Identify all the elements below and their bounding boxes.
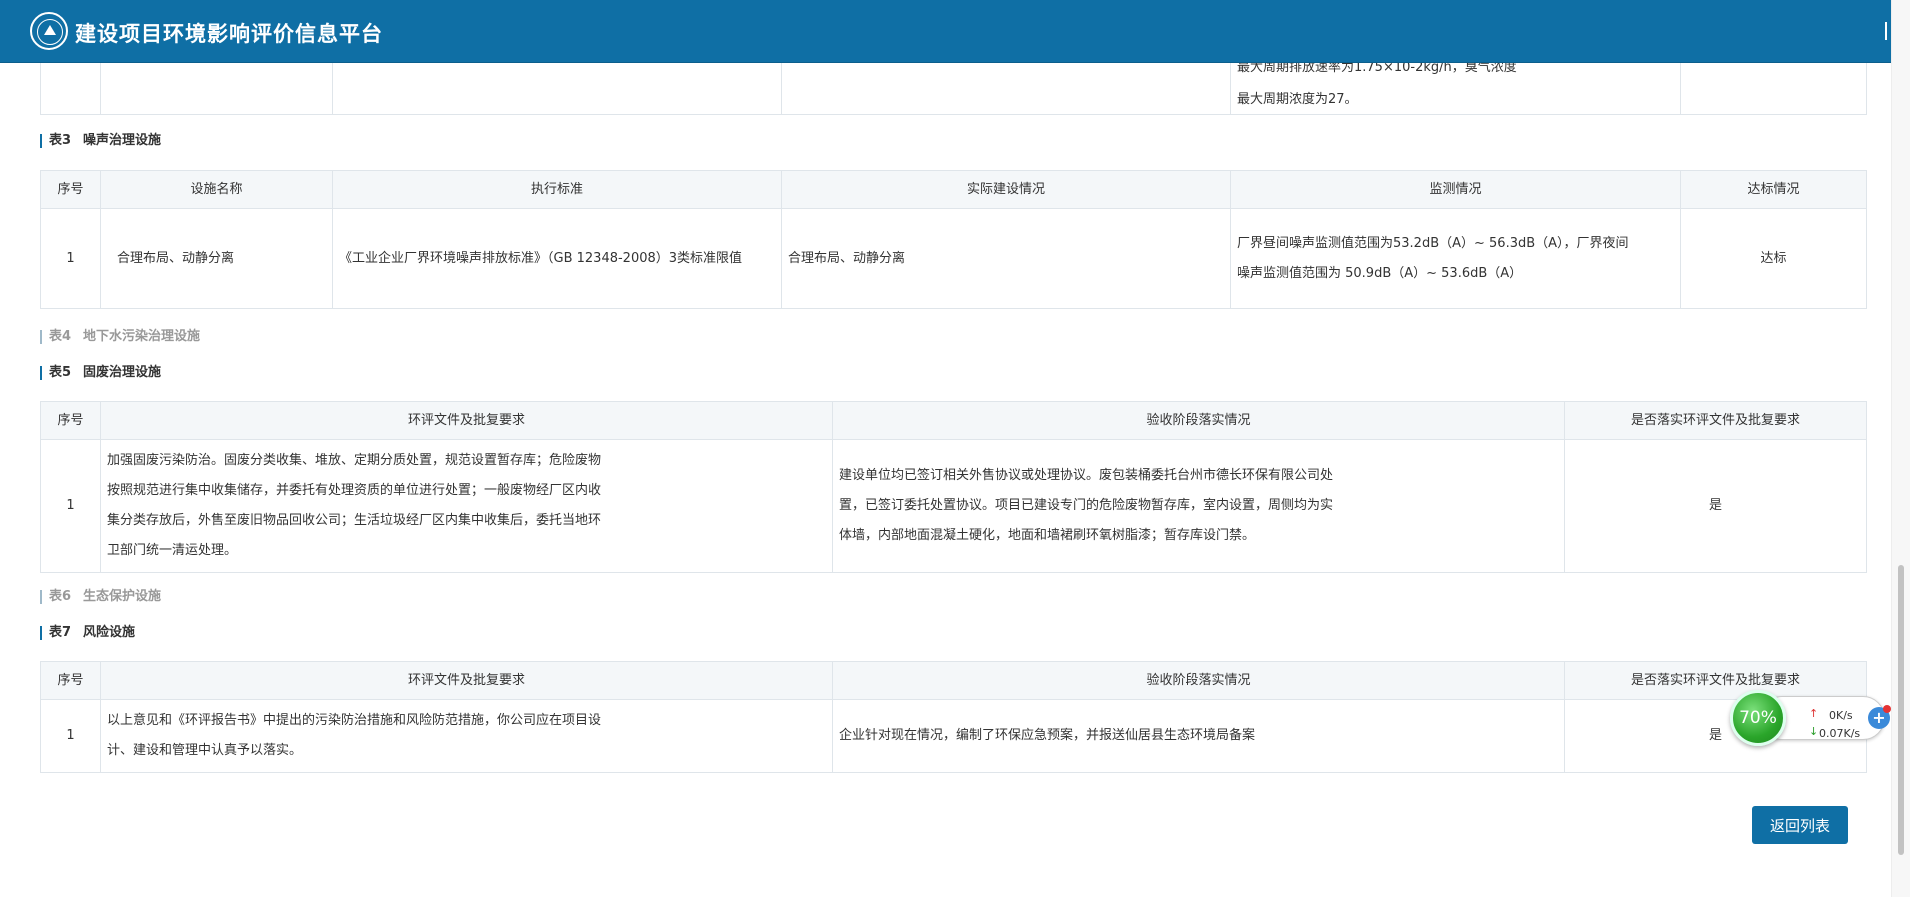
network-speed-widget[interactable]: ↑ 0K/s ↓ 0.07K/s 70% + — [1730, 690, 1891, 746]
upload-speed: 0K/s — [1829, 709, 1853, 722]
compliance-status: 达标 — [1680, 208, 1867, 309]
monitor-text-clipped: 最大周期排放速率为1.75×10-2kg/h，臭气浓度 — [1237, 63, 1517, 75]
row-number: 1 — [40, 208, 101, 309]
table-header-row: 序号 环评文件及批复要求 验收阶段落实情况 是否落实环评文件及批复要求 — [40, 661, 1867, 700]
requirement-cell: 以上意见和《环评报告书》中提出的污染防治措施和风险防范措施，你公司应在项目设计、… — [100, 699, 833, 773]
back-to-list-button[interactable]: 返回列表 — [1752, 806, 1848, 844]
monitoring-result: 厂界昼间噪声监测值范围为53.2dB（A）~ 56.3dB（A），厂界夜间噪声监… — [1230, 208, 1681, 309]
risk-table-wrapper: 序号 环评文件及批复要求 验收阶段落实情况 是否落实环评文件及批复要求 1 以上… — [40, 661, 1867, 773]
facility-name: 合理布局、动静分离 — [100, 208, 333, 309]
monitor-text-last: 最大周期浓度为27。 — [1237, 91, 1358, 107]
risk-table: 序号 环评文件及批复要求 验收阶段落实情况 是否落实环评文件及批复要求 1 以上… — [40, 661, 1867, 773]
section-title-risk: 表7 风险设施 — [40, 626, 135, 640]
implementation-cell: 建设单位均已签订相关外售协议或处理协议。废包装桶委托台州市德长环保有限公司处置，… — [832, 439, 1565, 573]
previous-table-remnant: 最大周期排放速率为1.75×10-2kg/h，臭气浓度 最大周期浓度为27。 — [40, 63, 1867, 115]
column-header: 验收阶段落实情况 — [832, 661, 1565, 700]
noise-table: 序号 设施名称 执行标准 实际建设情况 监测情况 达标情况 1 合理布局、动静分… — [40, 170, 1867, 309]
previous-table: 最大周期排放速率为1.75×10-2kg/h，臭气浓度 最大周期浓度为27。 — [40, 63, 1867, 115]
section-title-noise: 表3 噪声治理设施 — [40, 134, 161, 148]
column-header: 序号 — [40, 661, 101, 700]
fulfilled-cell: 是 — [1564, 439, 1867, 573]
top-header-bar: 建设项目环境影响评价信息平台 — [0, 0, 1891, 63]
download-arrow-icon: ↓ — [1809, 725, 1819, 738]
column-header: 达标情况 — [1680, 170, 1867, 209]
column-header: 验收阶段落实情况 — [832, 401, 1565, 440]
platform-title: 建设项目环境影响评价信息平台 — [75, 22, 383, 46]
column-header: 环评文件及批复要求 — [100, 661, 833, 700]
column-header: 实际建设情况 — [781, 170, 1231, 209]
table-row: 最大周期排放速率为1.75×10-2kg/h，臭气浓度 最大周期浓度为27。 — [40, 63, 1867, 115]
row-number: 1 — [40, 439, 101, 573]
table-header-row: 序号 设施名称 执行标准 实际建设情况 监测情况 达标情况 — [40, 170, 1867, 209]
ministry-logo-icon — [30, 12, 68, 50]
column-header: 是否落实环评文件及批复要求 — [1564, 401, 1867, 440]
column-header: 执行标准 — [332, 170, 782, 209]
upload-arrow-icon: ↑ — [1809, 707, 1819, 720]
header-divider — [1885, 22, 1887, 40]
actual-construction: 合理布局、动静分离 — [781, 208, 1231, 309]
section-title-solid-waste: 表5 固废治理设施 — [40, 366, 161, 380]
section-title-ecology[interactable]: 表6 生态保护设施 — [40, 590, 161, 604]
section-title-groundwater[interactable]: 表4 地下水污染治理设施 — [40, 330, 200, 344]
column-header: 序号 — [40, 170, 101, 209]
table-header-row: 序号 环评文件及批复要求 验收阶段落实情况 是否落实环评文件及批复要求 — [40, 401, 1867, 440]
download-speed: 0.07K/s — [1819, 727, 1861, 740]
noise-table-wrapper: 序号 设施名称 执行标准 实际建设情况 监测情况 达标情况 1 合理布局、动静分… — [40, 170, 1867, 309]
scrollbar-thumb[interactable] — [1898, 565, 1904, 855]
memory-usage-ball[interactable]: 70% — [1730, 690, 1786, 746]
table-row: 1 合理布局、动静分离 《工业企业厂界环境噪声排放标准》（GB 12348-20… — [40, 208, 1867, 309]
table-row: 1 以上意见和《环评报告书》中提出的污染防治措施和风险防范措施，你公司应在项目设… — [40, 699, 1867, 773]
implementation-cell: 企业针对现在情况，编制了环保应急预案，并报送仙居县生态环境局备案 — [832, 699, 1565, 773]
requirement-cell: 加强固废污染防治。固废分类收集、堆放、定期分质处置，规范设置暂存库；危险废物按照… — [100, 439, 833, 573]
column-header: 监测情况 — [1230, 170, 1681, 209]
table-row: 1 加强固废污染防治。固废分类收集、堆放、定期分质处置，规范设置暂存库；危险废物… — [40, 439, 1867, 573]
plus-icon[interactable]: + — [1868, 705, 1891, 729]
row-number: 1 — [40, 699, 101, 773]
column-header: 设施名称 — [100, 170, 333, 209]
solid-waste-table-wrapper: 序号 环评文件及批复要求 验收阶段落实情况 是否落实环评文件及批复要求 1 加强… — [40, 401, 1867, 573]
solid-waste-table: 序号 环评文件及批复要求 验收阶段落实情况 是否落实环评文件及批复要求 1 加强… — [40, 401, 1867, 573]
column-header: 序号 — [40, 401, 101, 440]
standard-cell: 《工业企业厂界环境噪声排放标准》（GB 12348-2008）3类标准限值 — [332, 208, 782, 309]
column-header: 环评文件及批复要求 — [100, 401, 833, 440]
